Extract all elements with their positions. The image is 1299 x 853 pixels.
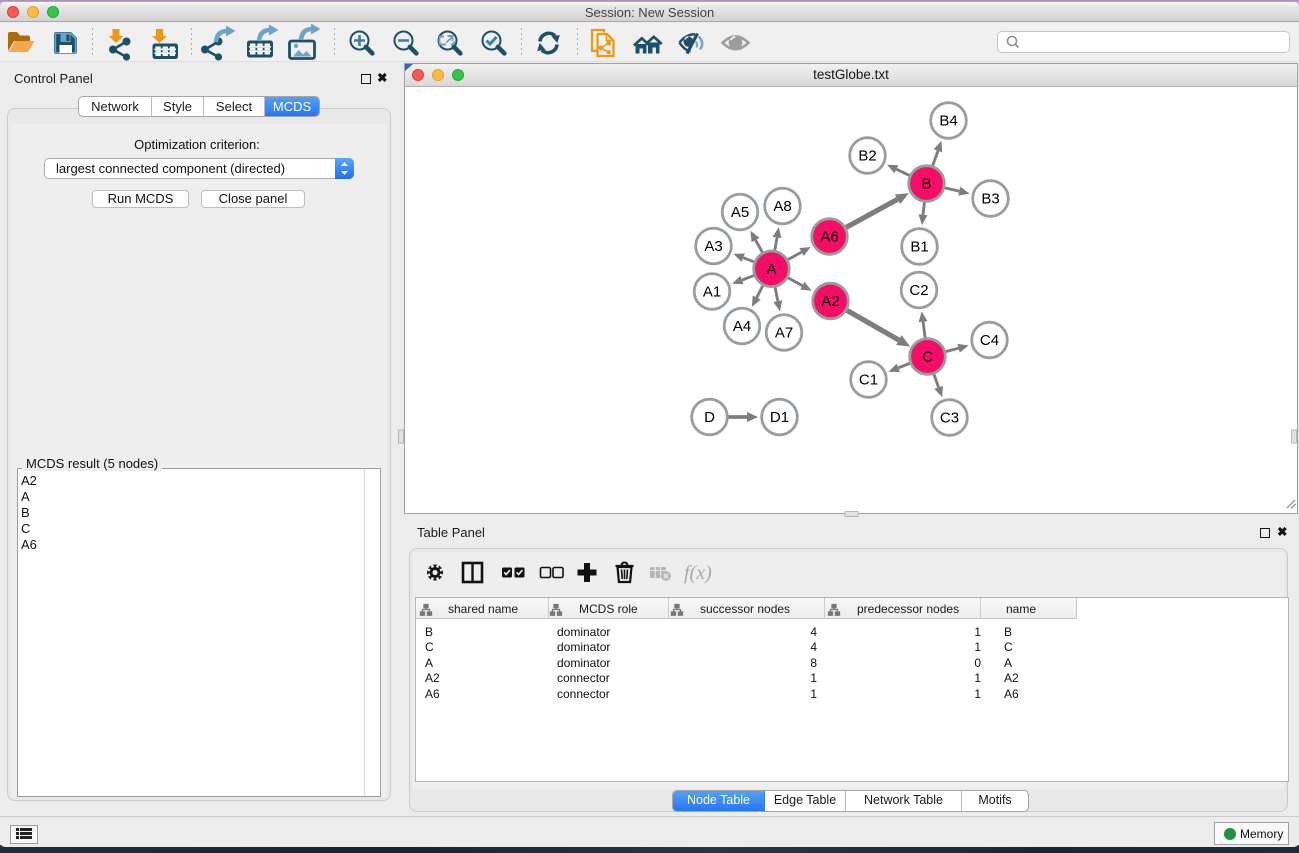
svg-text:f(x): f(x) — [684, 562, 712, 584]
